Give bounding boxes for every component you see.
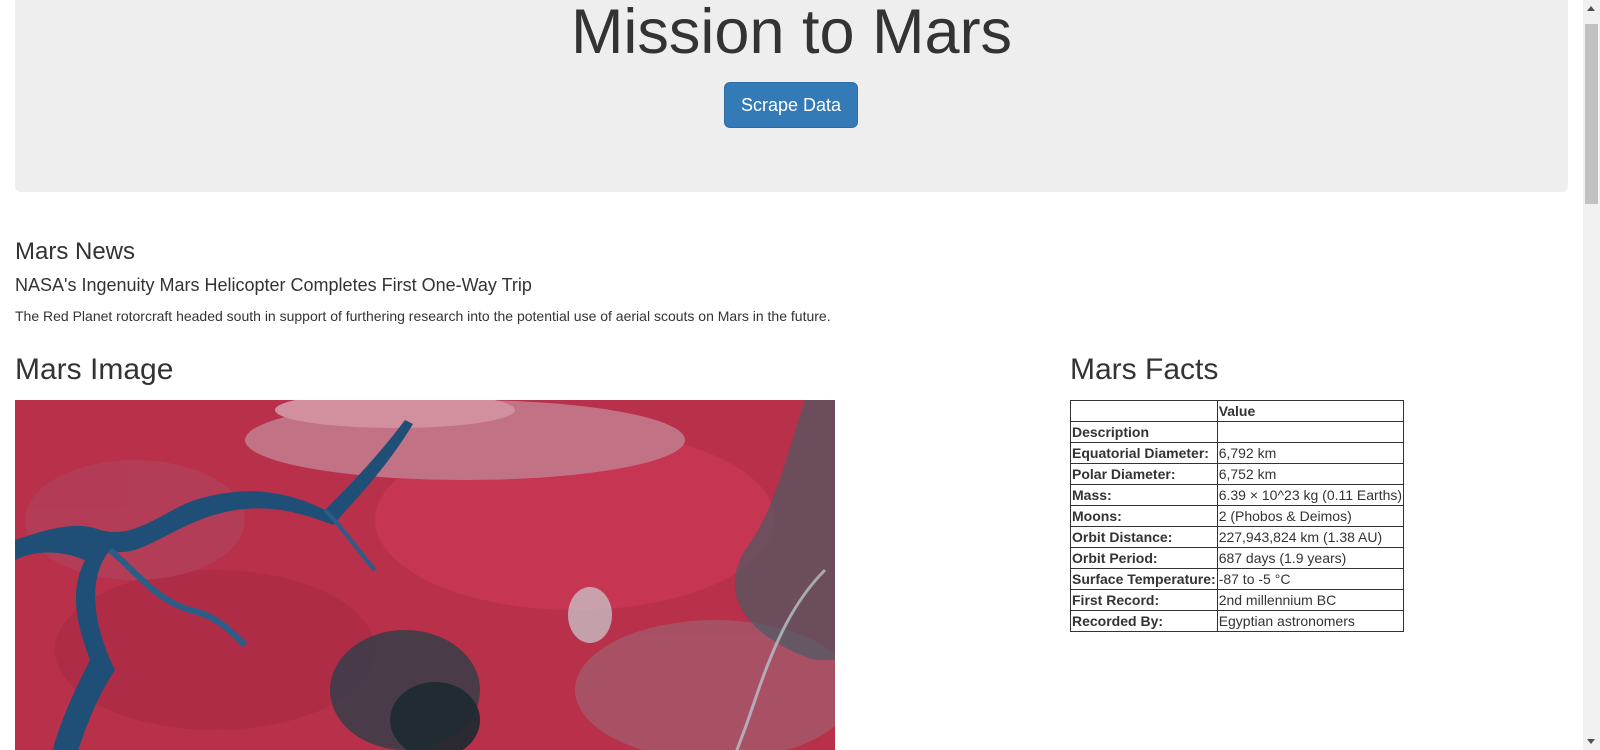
scrape-data-button[interactable]: Scrape Data bbox=[724, 82, 858, 128]
fact-label: Mass: bbox=[1070, 484, 1218, 506]
jumbotron-header: Mission to Mars Scrape Data bbox=[15, 0, 1568, 192]
fact-label: Description bbox=[1070, 421, 1218, 443]
fact-label: Moons: bbox=[1070, 505, 1218, 527]
page-title: Mission to Mars bbox=[570, 0, 1013, 67]
fact-label: Equatorial Diameter: bbox=[1070, 442, 1218, 464]
fact-value bbox=[1216, 421, 1405, 443]
vertical-scrollbar[interactable] bbox=[1583, 0, 1600, 750]
scroll-down-arrow-icon[interactable] bbox=[1587, 739, 1595, 744]
fact-value: 6,792 km bbox=[1216, 442, 1405, 464]
table-header-value: Value bbox=[1216, 400, 1405, 422]
fact-label: Polar Diameter: bbox=[1070, 463, 1218, 485]
table-row: Mass: 6.39 × 10^23 kg (0.11 Earths) bbox=[1070, 484, 1405, 506]
fact-value: 6,752 km bbox=[1216, 463, 1405, 485]
scroll-up-arrow-icon[interactable] bbox=[1587, 6, 1595, 11]
page: Mission to Mars Scrape Data Mars News NA… bbox=[0, 0, 1600, 750]
fact-value: 2 (Phobos & Deimos) bbox=[1216, 505, 1405, 527]
fact-label: Orbit Distance: bbox=[1070, 526, 1218, 548]
fact-value: 227,943,824 km (1.38 AU) bbox=[1216, 526, 1405, 548]
fact-value: 6.39 × 10^23 kg (0.11 Earths) bbox=[1216, 484, 1405, 506]
table-row: Orbit Period: 687 days (1.9 years) bbox=[1070, 547, 1405, 569]
table-row: Polar Diameter: 6,752 km bbox=[1070, 463, 1405, 485]
mars-facts-table: Value Description Equatorial Diameter: 6… bbox=[1070, 400, 1405, 632]
fact-value: Egyptian astronomers bbox=[1216, 610, 1405, 632]
table-row: Surface Temperature: -87 to -5 °C bbox=[1070, 568, 1405, 590]
table-row: Orbit Distance: 227,943,824 km (1.38 AU) bbox=[1070, 526, 1405, 548]
table-header-row: Value bbox=[1070, 400, 1405, 422]
fact-value: 687 days (1.9 years) bbox=[1216, 547, 1405, 569]
table-header-blank bbox=[1070, 400, 1218, 422]
table-row: First Record: 2nd millennium BC bbox=[1070, 589, 1405, 611]
fact-label: Orbit Period: bbox=[1070, 547, 1218, 569]
news-teaser: The Red Planet rotorcraft headed south i… bbox=[15, 308, 831, 324]
mars-facts-heading: Mars Facts bbox=[1070, 353, 1219, 386]
fact-value: 2nd millennium BC bbox=[1216, 589, 1405, 611]
news-title: NASA's Ingenuity Mars Helicopter Complet… bbox=[15, 275, 532, 295]
fact-label: Recorded By: bbox=[1070, 610, 1218, 632]
mars-image-heading: Mars Image bbox=[15, 353, 174, 386]
fact-label: Surface Temperature: bbox=[1070, 568, 1218, 590]
table-row: Recorded By: Egyptian astronomers bbox=[1070, 610, 1405, 632]
news-heading: Mars News bbox=[15, 238, 136, 265]
table-row: Equatorial Diameter: 6,792 km bbox=[1070, 442, 1405, 464]
fact-label: First Record: bbox=[1070, 589, 1218, 611]
scrollbar-thumb[interactable] bbox=[1585, 24, 1598, 204]
table-row: Description bbox=[1070, 421, 1405, 443]
mars-surface-image bbox=[15, 400, 835, 750]
table-row: Moons: 2 (Phobos & Deimos) bbox=[1070, 505, 1405, 527]
fact-value: -87 to -5 °C bbox=[1216, 568, 1405, 590]
